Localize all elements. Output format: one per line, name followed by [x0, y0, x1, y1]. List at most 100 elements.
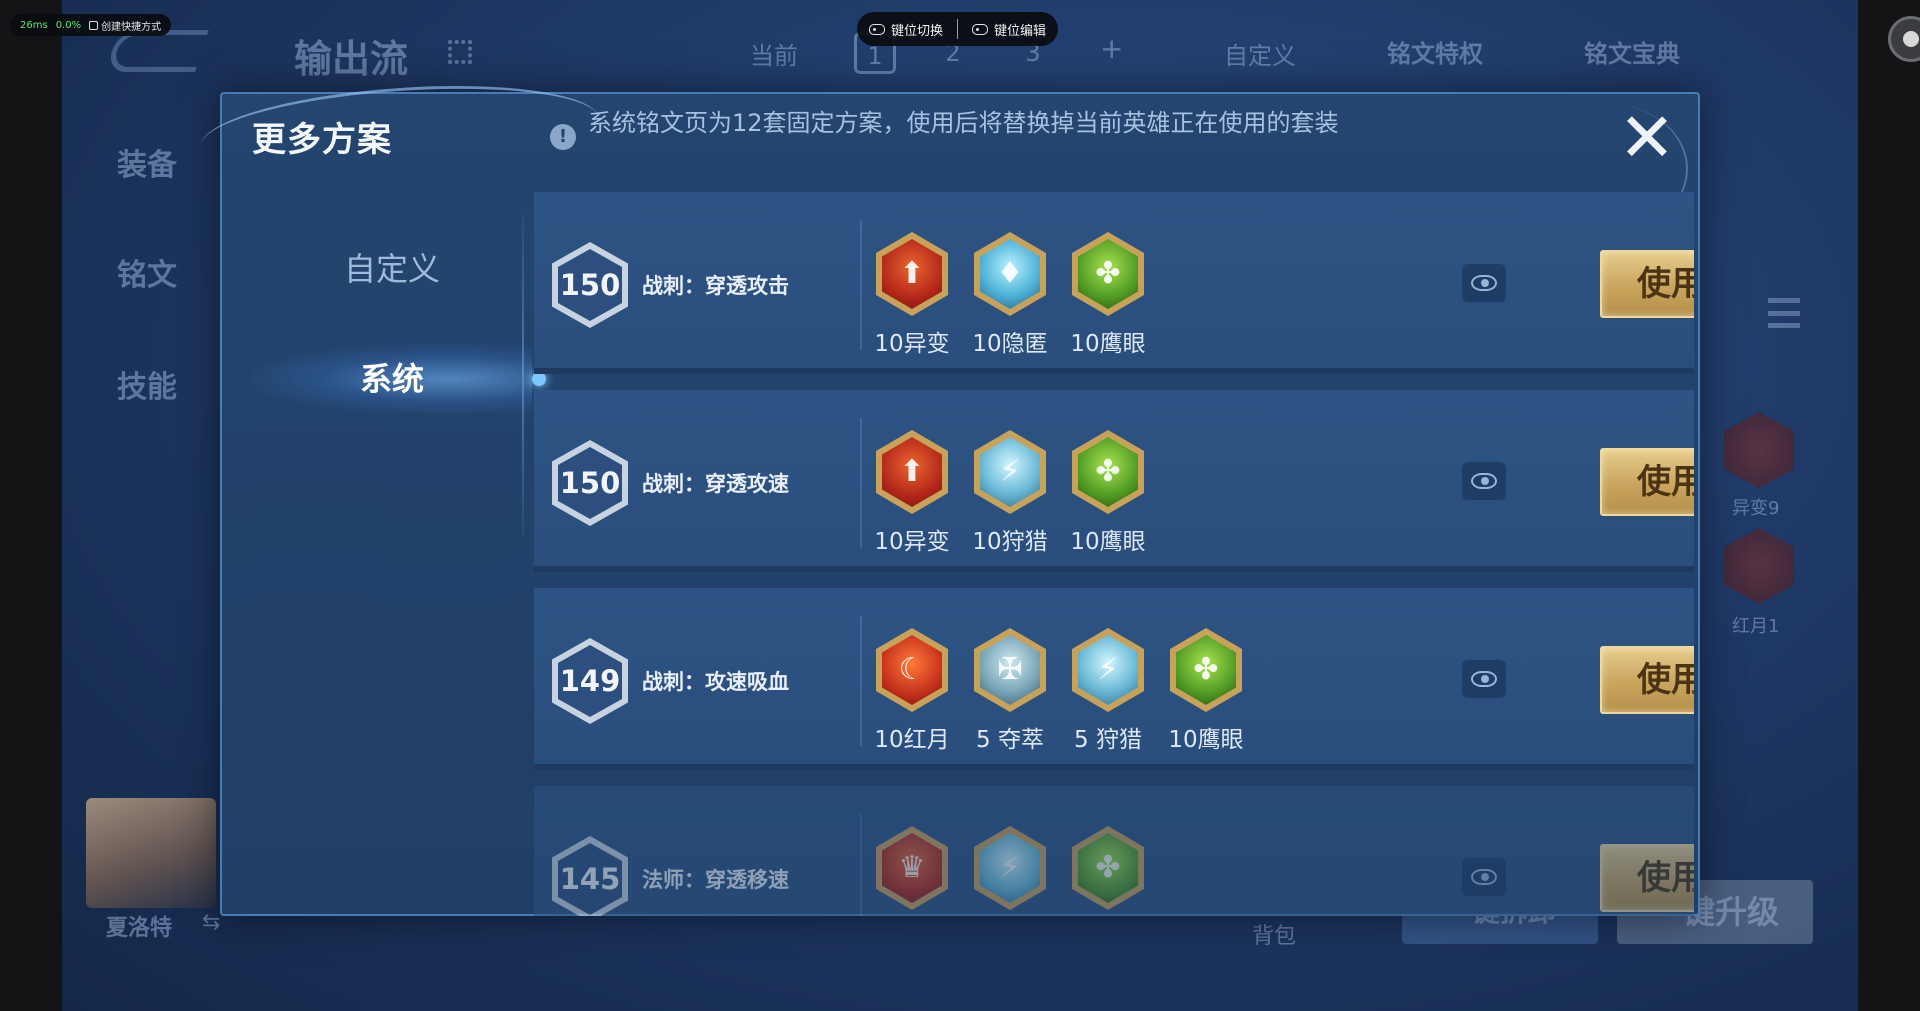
rune-item: ☾ 10红月: [874, 628, 950, 754]
dialog-title: 更多方案: [252, 120, 392, 160]
rune-item: ⬆ 10异变: [874, 430, 950, 556]
emulator-screen: 26ms 0.0% 创建快捷方式 键位切换 键位编辑 输出流 当前 1 2 3 …: [0, 0, 1920, 1011]
seize-rune-icon: ✠: [974, 628, 1046, 712]
menu-equipment[interactable]: 装备: [117, 140, 177, 184]
back-button[interactable]: [105, 30, 209, 72]
dialog-notice: 系统铭文页为12套固定方案，使用后将替换掉当前英雄正在使用的套装: [588, 109, 1339, 137]
hero-name: 夏洛特: [106, 916, 173, 941]
level-value: 145: [558, 843, 622, 915]
rune-item: ⚡ 5 狩猎: [1070, 628, 1146, 754]
rune-list: ⬆ 10异变 ⚡ 10狩猎 ✤ 10鹰眼: [874, 430, 1146, 556]
tab-custom[interactable]: 自定义: [252, 234, 532, 304]
red-moon-rune-icon: ☾: [876, 628, 948, 712]
rune-list: ⬆ 10异变 ♦ 10隐匿 ✤ 10鹰眼: [874, 232, 1146, 358]
rune-label: 10异变: [874, 331, 950, 357]
tab-system[interactable]: 系统: [252, 344, 546, 414]
game-view: 输出流 当前 1 2 3 + 自定义 铭文特权 铭文宝典 装备 铭文 技能 夏洛…: [62, 0, 1858, 1011]
rune-label: 10鹰眼: [1168, 727, 1244, 753]
use-button[interactable]: 使用: [1600, 646, 1694, 714]
rune-label: 10鹰眼: [1070, 331, 1146, 357]
rune-item: ⚡ 10狩猎: [972, 430, 1048, 556]
add-page-button[interactable]: +: [1100, 32, 1123, 65]
rune-privilege-button[interactable]: 铭文特权: [1387, 34, 1483, 69]
rune-item: ♛: [874, 826, 950, 916]
rune-item: ✤ 10鹰眼: [1070, 232, 1146, 358]
bag-button[interactable]: 背包: [1252, 918, 1296, 950]
rune-label: 5 狩猎: [1074, 727, 1142, 753]
use-button[interactable]: 使用: [1600, 844, 1694, 912]
mutation-rune-icon: ⬆: [876, 430, 948, 514]
key-edit-button[interactable]: 键位编辑: [972, 20, 1046, 39]
use-button[interactable]: 使用: [1600, 448, 1694, 516]
key-switch-button[interactable]: 键位切换: [869, 20, 943, 39]
row-divider: [860, 418, 862, 548]
rune-count-label: 异变9: [1732, 498, 1780, 519]
right-bezel: [1858, 0, 1920, 1011]
rune-label: 10隐匿: [972, 331, 1048, 357]
more-plans-dialog: 更多方案 ! 系统铭文页为12套固定方案，使用后将替换掉当前英雄正在使用的套装 …: [197, 74, 1700, 916]
plan-list[interactable]: 150 战刺：穿透攻击 ⬆ 10异变 ♦ 10隐匿 ✤ 10鹰眼 使用 150 …: [534, 192, 1694, 916]
rune-label: 5 夺萃: [976, 727, 1044, 753]
rune-item: ♦ 10隐匿: [972, 232, 1048, 358]
loss-text: 0.0%: [55, 19, 82, 31]
close-button[interactable]: ✕: [1612, 104, 1682, 174]
green-rune-icon: ✤: [1072, 826, 1144, 910]
rune-item: ⬆ 10异变: [874, 232, 950, 358]
rune-item: ✤ 10鹰眼: [1070, 430, 1146, 556]
sidebar-divider: [522, 214, 524, 536]
mutation-rune-icon: ⬆: [876, 232, 948, 316]
rune-label: 10红月: [874, 727, 950, 753]
level-badge: 150: [552, 242, 628, 328]
current-label: 当前: [750, 42, 798, 70]
mutation-rune-icon: [1724, 412, 1794, 488]
preview-eye-icon[interactable]: [1462, 858, 1506, 896]
grid-icon[interactable]: [448, 40, 472, 64]
create-shortcut-label: 创建快捷方式: [101, 21, 162, 33]
key-edit-label: 键位编辑: [994, 23, 1047, 39]
menu-skills[interactable]: 技能: [117, 362, 177, 406]
plan-row: 149 战刺：攻速吸血 ☾ 10红月 ✠ 5 夺萃 ⚡ 5 狩猎 ✤ 10鹰眼 …: [534, 588, 1694, 770]
gamepad-icon: [869, 23, 885, 35]
menu-runes[interactable]: 铭文: [117, 250, 177, 294]
page-title: 输出流: [294, 37, 409, 81]
rune-count-label: 红月1: [1732, 616, 1780, 637]
use-button[interactable]: 使用: [1600, 250, 1694, 318]
preview-eye-icon[interactable]: [1462, 264, 1506, 302]
plan-name: 战刺：攻速吸血: [642, 670, 789, 694]
plan-name: 法师：穿透移速: [642, 868, 789, 892]
level-value: 150: [558, 249, 622, 321]
rune-label: 10狩猎: [972, 529, 1048, 555]
rune-list: ♛ ⚡ ✤: [874, 826, 1146, 916]
create-shortcut-button[interactable]: 创建快捷方式: [89, 18, 161, 33]
rune-list: ☾ 10红月 ✠ 5 夺萃 ⚡ 5 狩猎 ✤ 10鹰眼: [874, 628, 1244, 754]
gamepad-icon: [972, 23, 989, 35]
rune-guide-button[interactable]: 铭文宝典: [1584, 34, 1680, 69]
level-value: 150: [558, 447, 622, 519]
level-badge: 150: [552, 440, 628, 526]
level-value: 149: [558, 645, 622, 717]
row-divider: [860, 814, 862, 916]
preview-eye-icon[interactable]: [1462, 660, 1506, 698]
shortcut-icon: [89, 20, 99, 30]
rune-label: 10鹰眼: [1070, 529, 1146, 555]
hawkeye-rune-icon: ✤: [1072, 430, 1144, 514]
rune-item: ✤: [1070, 826, 1146, 916]
plan-name: 战刺：穿透攻击: [642, 274, 789, 298]
plan-row: 150 战刺：穿透攻速 ⬆ 10异变 ⚡ 10狩猎 ✤ 10鹰眼 使用: [534, 390, 1694, 572]
plan-row: 145 法师：穿透移速 ♛ ⚡ ✤ 使用: [534, 786, 1694, 916]
hero-avatar[interactable]: [86, 798, 216, 908]
hunting-rune-icon: ⚡: [974, 430, 1046, 514]
rune-label: 10异变: [874, 529, 950, 555]
list-icon[interactable]: [1768, 298, 1800, 328]
custom-button[interactable]: 自定义: [1224, 36, 1296, 71]
preview-eye-icon[interactable]: [1462, 462, 1506, 500]
red-moon-rune-icon: [1724, 528, 1794, 604]
plan-name: 战刺：穿透攻速: [642, 472, 789, 496]
left-bezel: [0, 0, 62, 1011]
hunting-rune-icon: ⚡: [1072, 628, 1144, 712]
row-divider: [860, 220, 862, 350]
info-icon: !: [550, 124, 576, 150]
performance-overlay: 26ms 0.0% 创建快捷方式: [10, 14, 172, 36]
level-badge: 145: [552, 836, 628, 916]
swap-hero-icon[interactable]: ⇆: [202, 910, 220, 935]
